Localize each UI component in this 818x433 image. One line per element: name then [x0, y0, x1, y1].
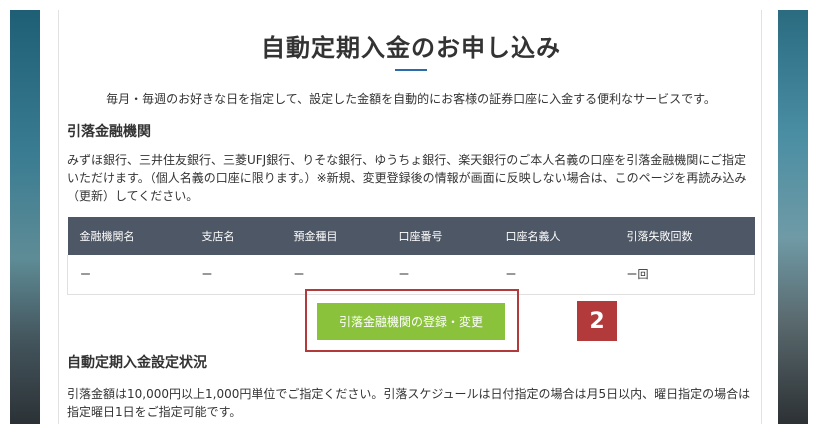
bank-section-heading: 引落金融機関 [67, 124, 151, 140]
settings-section-description: 引落金額は10,000円以上1,000円単位でご指定ください。引落スケジュールは… [67, 387, 751, 419]
title-divider [395, 69, 427, 71]
column-header-account-holder: 口座名義人 [493, 217, 615, 255]
main-content: 自動定期入金のお申し込み 毎月・毎週のお好きな日を指定して、設定した金額を自動的… [58, 10, 762, 424]
background-image-right [778, 10, 808, 424]
register-bank-button[interactable]: 引落金融機関の登録・変更 [317, 303, 505, 340]
table-header-row: 金融機関名 支店名 預金種目 口座番号 口座名義人 引落失敗回数 [67, 217, 755, 255]
bank-account-table: 金融機関名 支店名 預金種目 口座番号 口座名義人 引落失敗回数 ー ー ー ー… [67, 217, 755, 295]
step-badge: 2 [577, 301, 617, 341]
column-header-bank-name: 金融機関名 [67, 217, 190, 255]
cell-failed-count: ー回 [614, 255, 755, 295]
settings-section-heading: 自動定期入金設定状況 [67, 355, 207, 371]
column-header-failed-count: 引落失敗回数 [614, 217, 755, 255]
page-title: 自動定期入金のお申し込み [261, 34, 561, 62]
background-image-left [10, 10, 40, 424]
column-header-account-number: 口座番号 [386, 217, 494, 255]
screenshot-frame: 自動定期入金のお申し込み 毎月・毎週のお好きな日を指定して、設定した金額を自動的… [0, 0, 818, 433]
cell-branch: ー [189, 255, 282, 295]
column-header-deposit-type: 預金種目 [281, 217, 387, 255]
page-intro: 毎月・毎週のお好きな日を指定して、設定した金額を自動的にお客様の証券口座に入金す… [106, 92, 716, 106]
bank-section-description: みずほ銀行、三井住友銀行、三菱UFJ銀行、りそな銀行、ゆうちょ銀行、楽天銀行のご… [67, 153, 747, 203]
column-header-branch: 支店名 [189, 217, 282, 255]
cell-bank-name: ー [67, 255, 190, 295]
